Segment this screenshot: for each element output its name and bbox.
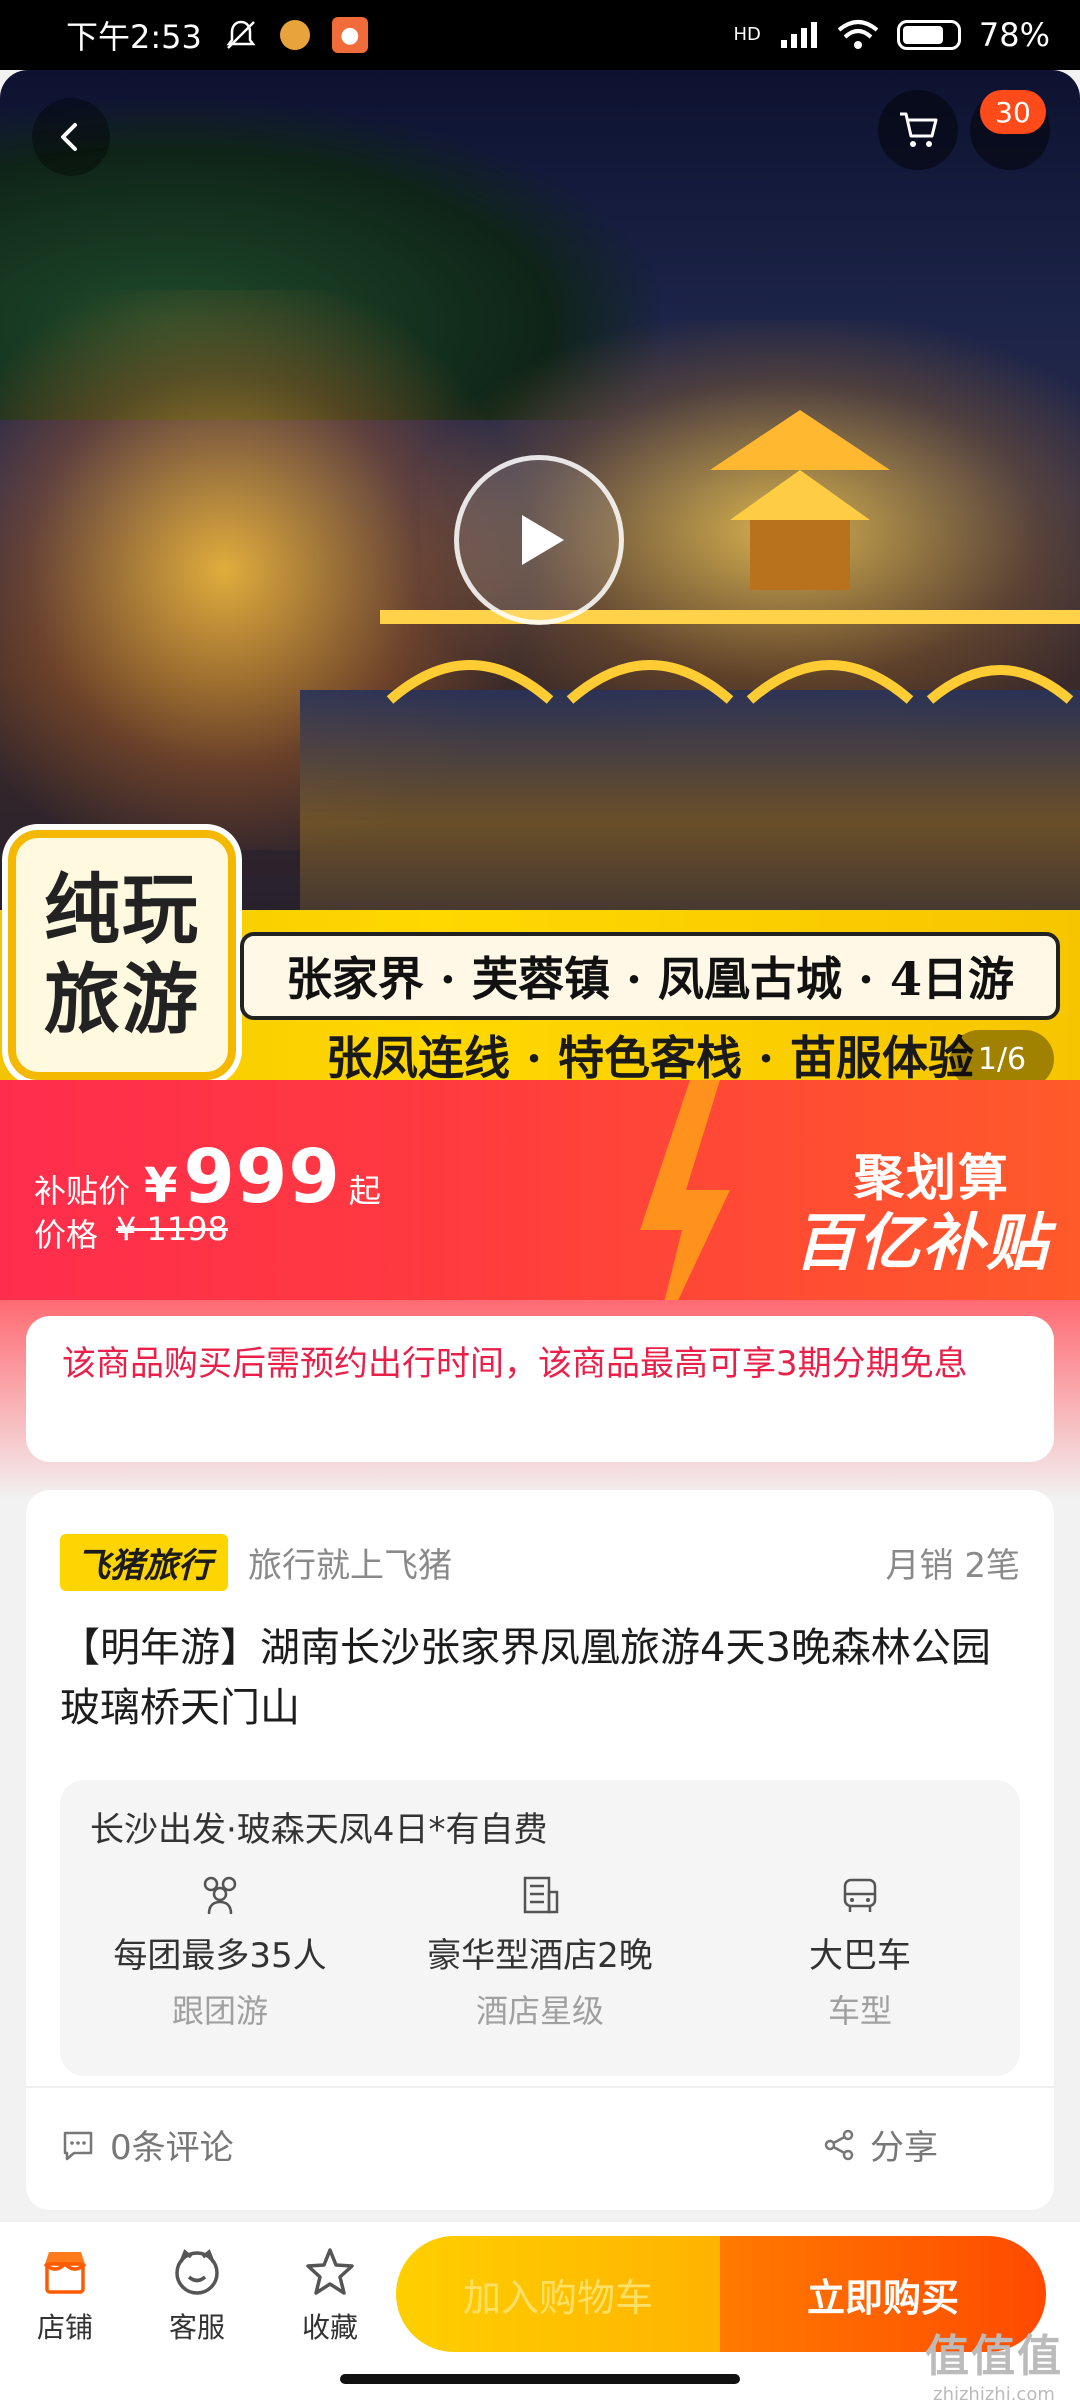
- gallery-page-indicator: 1/6: [950, 1030, 1054, 1080]
- hotel-icon: [523, 1876, 559, 1914]
- watermark-url: zhizhizhi.com: [933, 2384, 1055, 2400]
- group-icon: [203, 1876, 237, 1915]
- shop-label: 店铺: [36, 2311, 93, 2344]
- back-arrow-icon: [61, 123, 77, 151]
- hero-scenery-pavilion: [710, 410, 890, 590]
- brand-row: 飞猪旅行 旅行就上飞猪 月销 2笔: [60, 1533, 1020, 1591]
- divider: [26, 2086, 1054, 2088]
- customer-service-button[interactable]: 客服: [142, 2244, 252, 2346]
- star-icon: [306, 2248, 354, 2295]
- shop-icon: [43, 2252, 87, 2294]
- share-icon: [824, 2129, 854, 2160]
- app-notification-icon: [279, 20, 310, 50]
- battery-fill: [902, 26, 944, 44]
- app-notification-icon-2: ●: [331, 17, 368, 53]
- original-price-label: 价格: [34, 1216, 99, 1254]
- subsidy-price-label: 补贴价: [34, 1172, 131, 1210]
- status-bar: 下午2:53 ● HD 78%: [0, 0, 1080, 70]
- feature-banner: 张凤连线 · 特色客栈 · 苗服体验: [240, 1025, 1060, 1080]
- price-suffix: 起: [348, 1172, 381, 1210]
- shop-button[interactable]: 店铺: [10, 2244, 120, 2346]
- subsidy-price-value: 999: [183, 1134, 341, 1220]
- add-to-cart-button[interactable]: 加入购物车: [396, 2236, 720, 2352]
- share-button[interactable]: 分享: [822, 2120, 938, 2169]
- group-size-value: 每团最多35人: [113, 1936, 327, 1976]
- wifi-icon: [837, 20, 879, 49]
- route-text: 张家界 · 芙蓉镇 · 凤凰古城 · 4日游: [285, 952, 1015, 1006]
- hotel-value: 豪华型酒店2晚: [427, 1936, 653, 1976]
- page: 下午2:53 ● HD 78% 30 纯玩 旅游 张家界 · 芙蓉镇 · 凤凰古…: [0, 0, 1080, 2400]
- subsidy-price-row: 补贴价 ¥ 999 起: [34, 1134, 381, 1220]
- battery-percent: 78%: [978, 16, 1050, 54]
- billion-subsidy-logo: 百亿补贴: [793, 1206, 1050, 1279]
- home-indicator[interactable]: [340, 2374, 740, 2384]
- currency-symbol: ¥: [144, 1158, 178, 1214]
- purchase-notice: 该商品购买后需预约出行时间，该商品最高可享3期分期免息: [26, 1316, 1054, 1462]
- customer-service-label: 客服: [168, 2311, 225, 2344]
- group-size-item: 每团最多35人 跟团游: [60, 1872, 380, 2040]
- back-button[interactable]: [32, 98, 110, 176]
- play-icon: [522, 515, 564, 565]
- bus-icon: [843, 1878, 877, 1912]
- favorite-label: 收藏: [301, 2311, 358, 2344]
- badge-line-1: 纯玩: [44, 865, 200, 954]
- comment-icon: [63, 2131, 93, 2160]
- battery-icon: [896, 20, 961, 50]
- original-price-row: 价格 ¥ 1198: [34, 1210, 228, 1256]
- original-price: ¥ 1198: [116, 1210, 228, 1248]
- group-size-label: 跟团游: [171, 1992, 268, 2030]
- package-info-box[interactable]: 长沙出发·玻森天凤4日*有自费 每团最多35人 跟团游 豪华型酒店2晚 酒店星级…: [60, 1780, 1020, 2076]
- cart-button[interactable]: [878, 90, 958, 170]
- cart-count-badge: 30: [980, 90, 1046, 134]
- hotel-item: 豪华型酒店2晚 酒店星级: [380, 1872, 700, 2040]
- hotel-label: 酒店星级: [475, 1992, 604, 2030]
- watermark-text: 值值值: [925, 2331, 1063, 2382]
- signal-icon: [780, 22, 817, 48]
- vehicle-label: 车型: [827, 1992, 892, 2030]
- fliggy-logo[interactable]: 飞猪旅行: [60, 1533, 228, 1591]
- reviews-count: 0条评论: [110, 2128, 234, 2168]
- monthly-sales: 月销 2笔: [885, 1545, 1020, 1586]
- brand-slogan: 旅行就上飞猪: [248, 1545, 452, 1586]
- route-banner: 张家界 · 芙蓉镇 · 凤凰古城 · 4日游: [240, 932, 1060, 1020]
- feature-text: 张凤连线 · 特色客栈 · 苗服体验: [325, 1031, 975, 1080]
- favorite-button[interactable]: 收藏: [275, 2244, 385, 2346]
- vehicle-value: 大巴车: [809, 1936, 911, 1976]
- play-video-button[interactable]: [454, 455, 624, 625]
- vehicle-item: 大巴车 车型: [700, 1872, 1020, 2040]
- share-label: 分享: [870, 2128, 938, 2168]
- status-time: 下午2:53: [66, 18, 202, 56]
- reviews-link[interactable]: 0条评论: [60, 2120, 234, 2169]
- badge-line-2: 旅游: [44, 955, 200, 1044]
- product-info-card: 飞猪旅行 旅行就上飞猪 月销 2笔 【明年游】湖南长沙张家界凤凰旅游4天3晚森林…: [26, 1490, 1054, 2210]
- product-gallery[interactable]: 30 纯玩 旅游 张家界 · 芙蓉镇 · 凤凰古城 · 4日游 张凤连线 · 特…: [0, 70, 1080, 1080]
- cart-icon: [900, 112, 938, 147]
- product-title: 【明年游】湖南长沙张家界凤凰旅游4天3晚森林公园玻璃桥天门山: [60, 1625, 991, 1731]
- pure-tour-badge: 纯玩 旅游: [8, 830, 236, 1080]
- mute-icon: [226, 20, 256, 49]
- hero-scenery-bridge: [380, 610, 1080, 704]
- package-attributes: 每团最多35人 跟团游 豪华型酒店2晚 酒店星级 大巴车 车型: [60, 1872, 1020, 2040]
- customer-service-icon: [175, 2249, 219, 2295]
- notice-text: 该商品购买后需预约出行时间，该商品最高可享3期分期免息: [62, 1344, 968, 1384]
- site-watermark: 值值值 zhizhizhi.com: [925, 2320, 1063, 2400]
- network-label: HD: [733, 24, 761, 45]
- package-name: 长沙出发·玻森天凤4日*有自费: [90, 1810, 548, 1850]
